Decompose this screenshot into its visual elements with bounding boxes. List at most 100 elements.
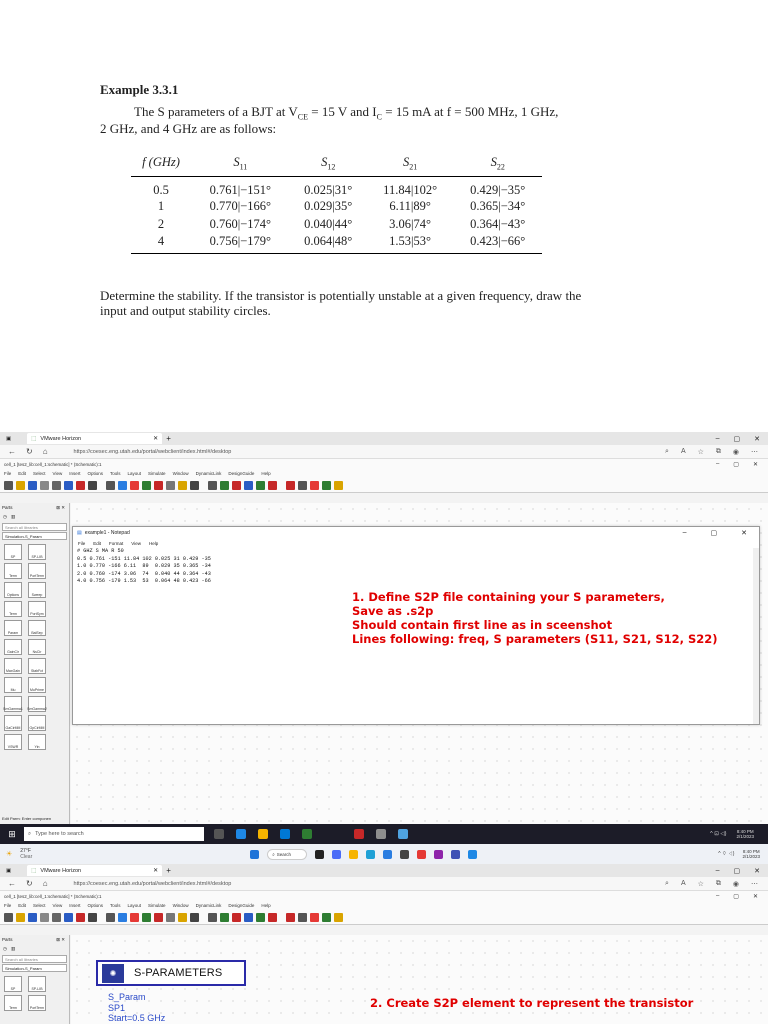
toolbar-tool-icon[interactable] bbox=[76, 480, 85, 490]
toolbar-tool-icon[interactable] bbox=[130, 480, 139, 490]
profile-icon[interactable]: ◉ bbox=[733, 880, 739, 888]
menu-file[interactable]: File bbox=[4, 471, 11, 476]
app-icon[interactable] bbox=[400, 849, 410, 859]
taskbar-search[interactable]: ⌕ Search bbox=[267, 848, 308, 860]
toolbar-tool-icon[interactable] bbox=[154, 912, 163, 922]
library-icon[interactable]: ▥ bbox=[11, 514, 15, 520]
refresh-icon[interactable]: ↻ bbox=[26, 447, 33, 456]
minimize-icon[interactable]: – bbox=[716, 867, 720, 875]
palette-item[interactable]: SP bbox=[4, 544, 22, 560]
toolbar-tool-icon[interactable] bbox=[40, 912, 49, 922]
toolbar-tool-icon[interactable] bbox=[40, 480, 49, 490]
menu-view[interactable]: View bbox=[53, 471, 63, 476]
np-maximize-icon[interactable]: ▢ bbox=[711, 529, 718, 537]
menu-dynamiclink[interactable]: DynamicLink bbox=[196, 903, 222, 908]
toolbar-tool-icon[interactable] bbox=[178, 480, 187, 490]
maximize-icon[interactable]: ▢ bbox=[734, 867, 741, 875]
browser-tab[interactable]: ⬚ VMware Horizon ✕ bbox=[27, 865, 163, 876]
history-icon[interactable]: ◷ bbox=[3, 946, 7, 952]
palette-item[interactable]: GainCir bbox=[4, 639, 22, 655]
search-page-icon[interactable]: ⌕ bbox=[665, 448, 669, 456]
app3-icon[interactable] bbox=[398, 829, 408, 839]
refresh-icon[interactable]: ↻ bbox=[26, 879, 33, 888]
task-view-icon[interactable] bbox=[315, 849, 325, 859]
toolbar-tool-icon[interactable] bbox=[298, 480, 307, 490]
menu-options[interactable]: Options bbox=[88, 903, 104, 908]
explorer-icon[interactable] bbox=[258, 829, 268, 839]
history-icon[interactable]: ◷ bbox=[3, 514, 7, 520]
app2-icon[interactable] bbox=[417, 849, 427, 859]
menu-select[interactable]: Select bbox=[33, 471, 46, 476]
ads-app-icon[interactable] bbox=[354, 829, 364, 839]
tray-icons[interactable]: ^ ⊡ ◁) bbox=[710, 831, 726, 837]
palette-item[interactable]: SP bbox=[4, 976, 22, 992]
np-menu-format[interactable]: Format bbox=[109, 541, 123, 546]
toolbar-tool-icon[interactable] bbox=[4, 912, 13, 922]
menu-designguide[interactable]: DesignGuide bbox=[228, 471, 254, 476]
palette-item[interactable]: Term bbox=[4, 563, 22, 579]
toolbar-tool-icon[interactable] bbox=[142, 912, 151, 922]
task-view-icon[interactable] bbox=[214, 829, 224, 839]
toolbar-tool-icon[interactable] bbox=[28, 912, 37, 922]
menu-layout[interactable]: Layout bbox=[128, 903, 142, 908]
edge-icon[interactable] bbox=[366, 849, 376, 859]
toolbar-tool-icon[interactable] bbox=[52, 912, 61, 922]
home-icon[interactable]: ⌂ bbox=[43, 879, 48, 888]
palette-item[interactable]: StabFct bbox=[28, 658, 46, 674]
toolbar-tool-icon[interactable] bbox=[118, 912, 127, 922]
edge-icon[interactable] bbox=[236, 829, 246, 839]
np-menu-view[interactable]: View bbox=[131, 541, 141, 546]
toolbar-tool-icon[interactable] bbox=[232, 912, 241, 922]
menu-edit[interactable]: Edit bbox=[18, 471, 26, 476]
toolbar-tool-icon[interactable] bbox=[106, 912, 115, 922]
app3-icon[interactable] bbox=[434, 849, 444, 859]
menu-simulate[interactable]: Simulate bbox=[148, 903, 166, 908]
menu-dynamiclink[interactable]: DynamicLink bbox=[196, 471, 222, 476]
app-icon[interactable] bbox=[302, 829, 312, 839]
menu-help[interactable]: Help bbox=[261, 903, 270, 908]
palette-item[interactable]: Options bbox=[4, 582, 22, 598]
notepad-scrollbar[interactable] bbox=[753, 548, 759, 724]
ads-maximize-icon[interactable]: ▢ bbox=[733, 893, 739, 900]
taskbar-search-input[interactable]: ⌕ Type here to search bbox=[24, 827, 204, 841]
palette-item[interactable]: PortTerm bbox=[28, 563, 46, 579]
toolbar-tool-icon[interactable] bbox=[220, 912, 229, 922]
ads-maximize-icon[interactable]: ▢ bbox=[733, 461, 739, 468]
toolbar-tool-icon[interactable] bbox=[178, 912, 187, 922]
menu-layout[interactable]: Layout bbox=[128, 471, 142, 476]
toolbar-tool-icon[interactable] bbox=[16, 912, 25, 922]
toolbar-tool-icon[interactable] bbox=[268, 912, 277, 922]
toolbar-tool-icon[interactable] bbox=[310, 912, 319, 922]
menu-window[interactable]: Window bbox=[173, 471, 189, 476]
palette-item[interactable]: MaxGain bbox=[4, 658, 22, 674]
favorite-icon[interactable]: ☆ bbox=[698, 448, 704, 456]
close-icon[interactable]: ✕ bbox=[754, 867, 760, 875]
notepad-content[interactable]: # GHZ S MA R 50 0.5 0.761 -151 11.84 102… bbox=[73, 548, 759, 586]
palette-item[interactable]: GpCirMM bbox=[28, 715, 46, 731]
toolbar-tool-icon[interactable] bbox=[268, 480, 277, 490]
toolbar-tool-icon[interactable] bbox=[256, 912, 265, 922]
toolbar-tool-icon[interactable] bbox=[322, 912, 331, 922]
toolbar-tool-icon[interactable] bbox=[208, 912, 217, 922]
profile-icon[interactable]: ◉ bbox=[733, 448, 739, 456]
np-menu-help[interactable]: Help bbox=[149, 541, 158, 546]
more-icon[interactable]: ⋯ bbox=[751, 880, 758, 888]
ads-close-icon[interactable]: ✕ bbox=[753, 893, 758, 900]
menu-insert[interactable]: Insert bbox=[69, 471, 80, 476]
clock[interactable]: 8:40 PM 2/1/2023 bbox=[736, 829, 754, 839]
new-tab-icon[interactable]: + bbox=[166, 434, 171, 443]
ads-close-icon[interactable]: ✕ bbox=[753, 461, 758, 468]
minimize-icon[interactable]: – bbox=[716, 435, 720, 443]
np-close-icon[interactable]: ✕ bbox=[741, 529, 747, 537]
clock[interactable]: 8:40 PM 2/1/2023 bbox=[742, 849, 760, 859]
mail-icon[interactable] bbox=[280, 829, 290, 839]
menu-edit[interactable]: Edit bbox=[18, 903, 26, 908]
s-parameters-sim-block[interactable]: ✺ S-PARAMETERS bbox=[96, 960, 246, 986]
browser-tab[interactable]: ⬚ VMware Horizon ✕ bbox=[27, 433, 163, 444]
toolbar-tool-icon[interactable] bbox=[16, 480, 25, 490]
palette-item[interactable]: MuPrime bbox=[28, 677, 46, 693]
palette-item[interactable]: PortTerm bbox=[28, 995, 46, 1011]
toolbar-tool-icon[interactable] bbox=[322, 480, 331, 490]
home-icon[interactable]: ⌂ bbox=[43, 447, 48, 456]
palette-item[interactable]: BalSep bbox=[28, 620, 46, 636]
